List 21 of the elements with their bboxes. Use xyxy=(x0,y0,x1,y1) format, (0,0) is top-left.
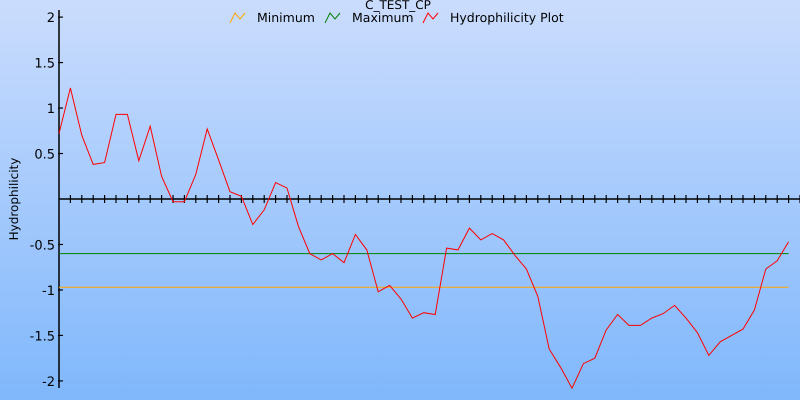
y-tick-mark xyxy=(58,107,63,109)
legend-label: Maximum xyxy=(352,10,414,25)
y-tick-label: -1 xyxy=(42,284,55,299)
y-tick-label: 0.5 xyxy=(34,148,55,163)
y-tick-label: 1 xyxy=(46,102,55,118)
y-tick-label: 2 xyxy=(46,11,55,26)
y-tick-mark xyxy=(58,334,63,336)
y-axis-label: Hydrophilicity xyxy=(7,158,21,240)
y-tick-mark xyxy=(58,16,63,18)
legend-label: Hydrophilicity Plot xyxy=(450,10,564,25)
y-tick-mark xyxy=(58,244,63,246)
y-tick-label: -2 xyxy=(42,374,55,390)
y-tick-mark xyxy=(58,152,63,154)
legend-label: Minimum xyxy=(257,10,315,25)
y-tick-mark xyxy=(58,62,63,64)
y-tick-mark xyxy=(58,289,63,291)
y-tick-label: 1.5 xyxy=(34,56,55,72)
y-tick-label: -1.5 xyxy=(30,329,55,344)
chart-title: C_TEST_CP xyxy=(365,0,431,12)
y-tick-mark xyxy=(58,380,63,382)
y-tick-label: -0.5 xyxy=(30,238,55,254)
